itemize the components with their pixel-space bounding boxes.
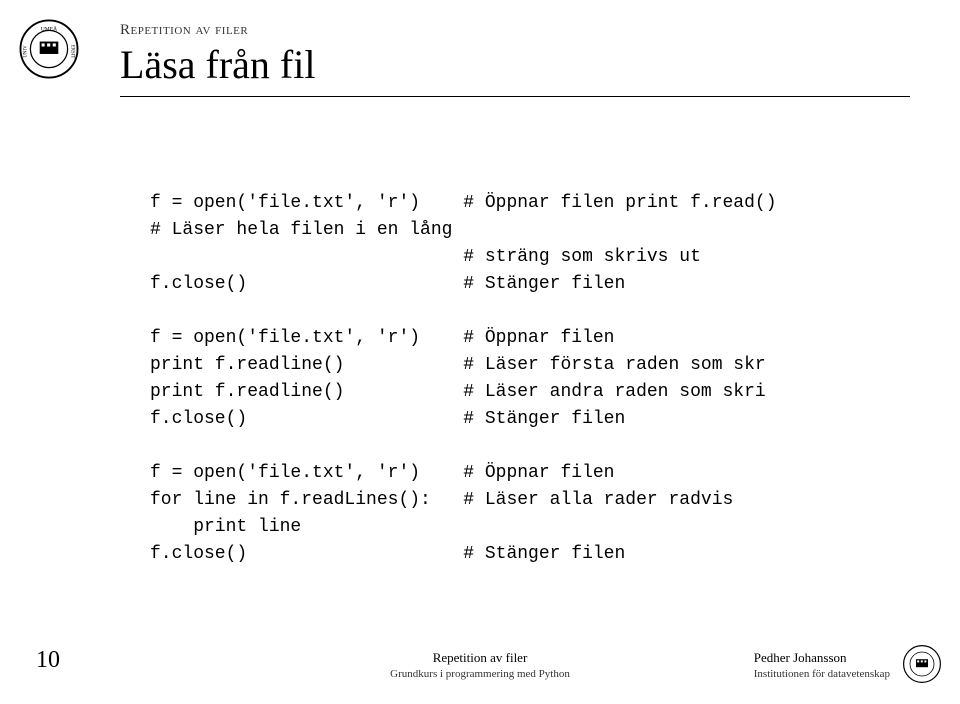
- footer-right: Pedher Johansson Institutionen för datav…: [754, 650, 890, 680]
- footer-department: Institutionen för datavetenskap: [754, 668, 890, 680]
- footer-author: Pedher Johansson: [754, 650, 890, 666]
- svg-text:UNIV: UNIV: [24, 45, 29, 58]
- code-block: f = open('file.txt', 'r') # Öppnar filen…: [150, 190, 777, 568]
- svg-text:UMEÅ: UMEÅ: [41, 24, 57, 32]
- footer-center-subtitle: Grundkurs i programmering med Python: [390, 668, 570, 680]
- title-rule: [120, 96, 910, 97]
- slide-header: Repetition av filer Läsa från fil: [120, 22, 910, 97]
- footer-center-title: Repetition av filer: [390, 650, 570, 666]
- svg-text:ERSIT: ERSIT: [69, 45, 74, 59]
- page-number: 10: [36, 647, 60, 674]
- university-logo-bottom: [902, 644, 942, 684]
- section-label: Repetition av filer: [120, 22, 910, 39]
- footer-center: Repetition av filer Grundkurs i programm…: [390, 650, 570, 680]
- slide-title: Läsa från fil: [120, 41, 910, 88]
- university-logo-top: UMEÅ UNIV ERSIT: [18, 18, 80, 80]
